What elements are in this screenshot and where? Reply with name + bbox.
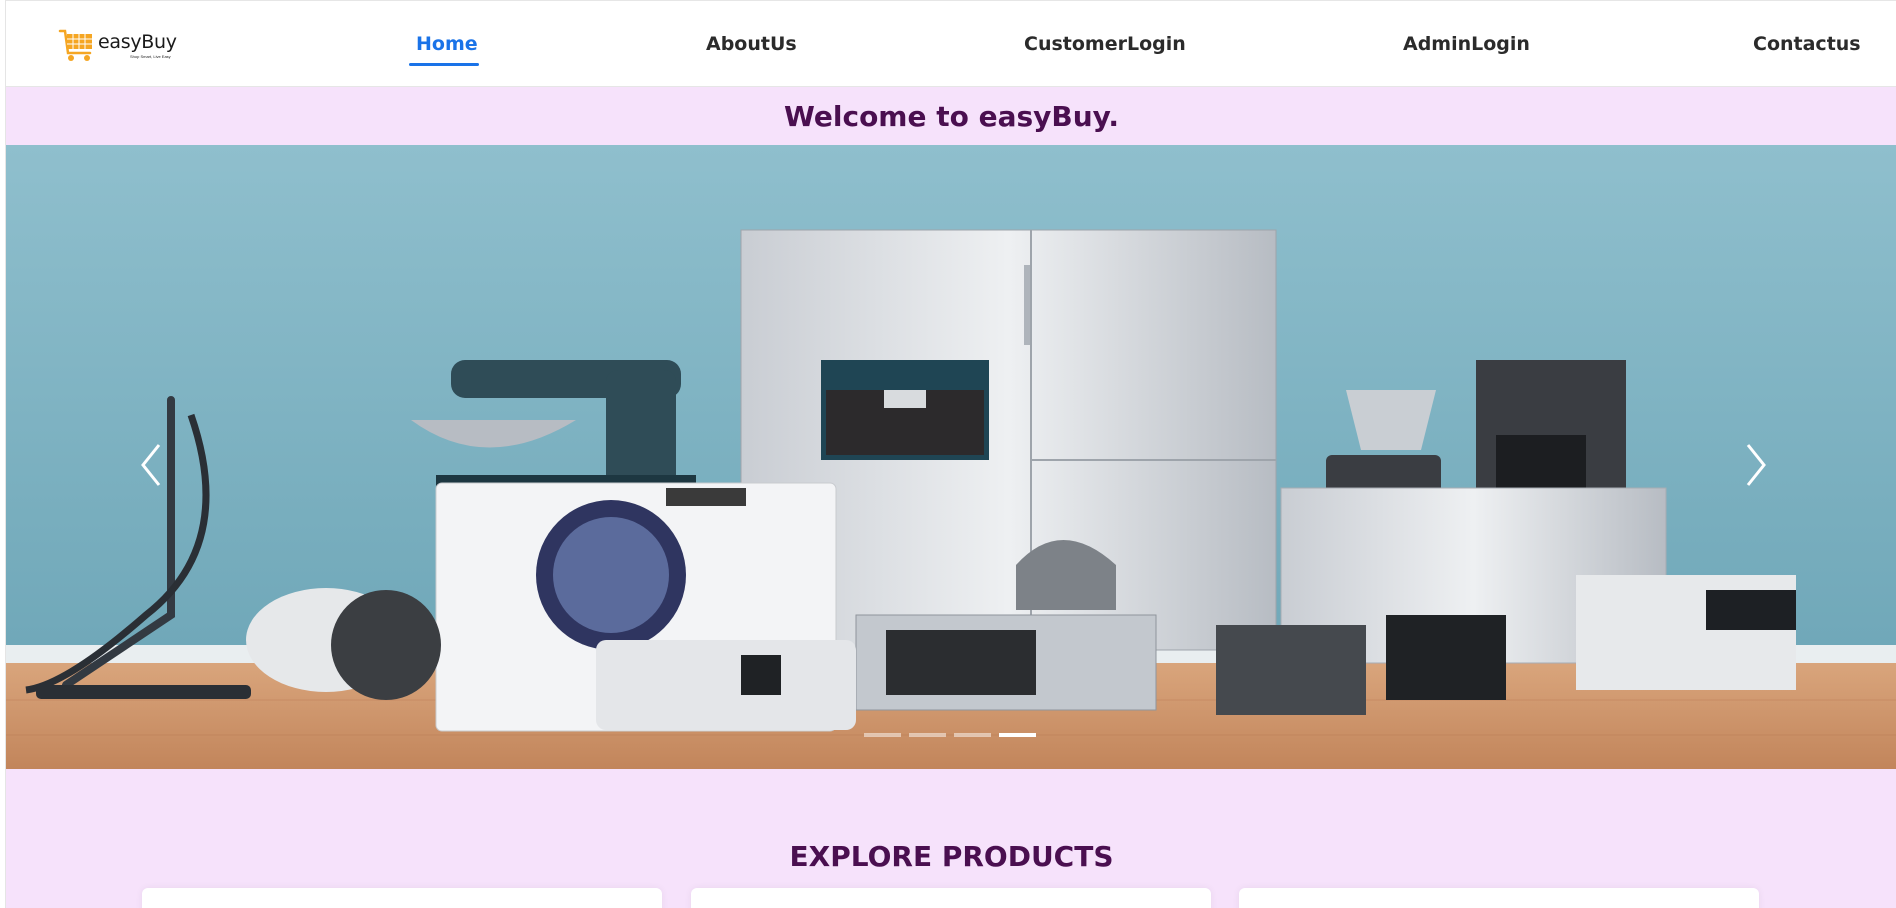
carousel-indicators: [864, 733, 1036, 737]
carousel-indicator-2[interactable]: [909, 733, 946, 737]
page-frame: easyBuy Shop Smart, Live Easy Home About…: [5, 0, 1896, 908]
navbar: easyBuy Shop Smart, Live Easy Home About…: [6, 0, 1896, 87]
explore-products-heading: EXPLORE PRODUCTS: [789, 840, 1114, 873]
brand-logo[interactable]: easyBuy Shop Smart, Live Easy: [58, 27, 177, 67]
product-card[interactable]: [691, 888, 1211, 908]
nav-home[interactable]: Home: [416, 33, 478, 55]
product-card[interactable]: [1239, 888, 1759, 908]
nav-contact-us[interactable]: Contactus: [1753, 33, 1861, 55]
carousel-indicator-1[interactable]: [864, 733, 901, 737]
carousel-indicator-4[interactable]: [999, 733, 1036, 737]
nav-admin-login[interactable]: AdminLogin: [1403, 33, 1530, 55]
brand-name: easyBuy: [98, 31, 177, 53]
brand-tagline: Shop Smart, Live Easy: [130, 54, 171, 59]
nav-customer-login[interactable]: CustomerLogin: [1024, 33, 1186, 55]
carousel-indicator-3[interactable]: [954, 733, 991, 737]
product-card[interactable]: [142, 888, 662, 908]
welcome-heading: Welcome to easyBuy.: [784, 100, 1119, 133]
carousel-prev-button[interactable]: [121, 425, 181, 505]
chevron-left-icon: [141, 444, 161, 486]
chevron-right-icon: [1746, 444, 1766, 486]
nav-active-underline: [409, 63, 479, 66]
appliances-banner-image: [6, 145, 1896, 769]
nav-about-us[interactable]: AboutUs: [706, 33, 797, 55]
hero-carousel: [6, 145, 1896, 769]
carousel-next-button[interactable]: [1726, 425, 1786, 505]
shopping-cart-icon: [58, 29, 92, 61]
